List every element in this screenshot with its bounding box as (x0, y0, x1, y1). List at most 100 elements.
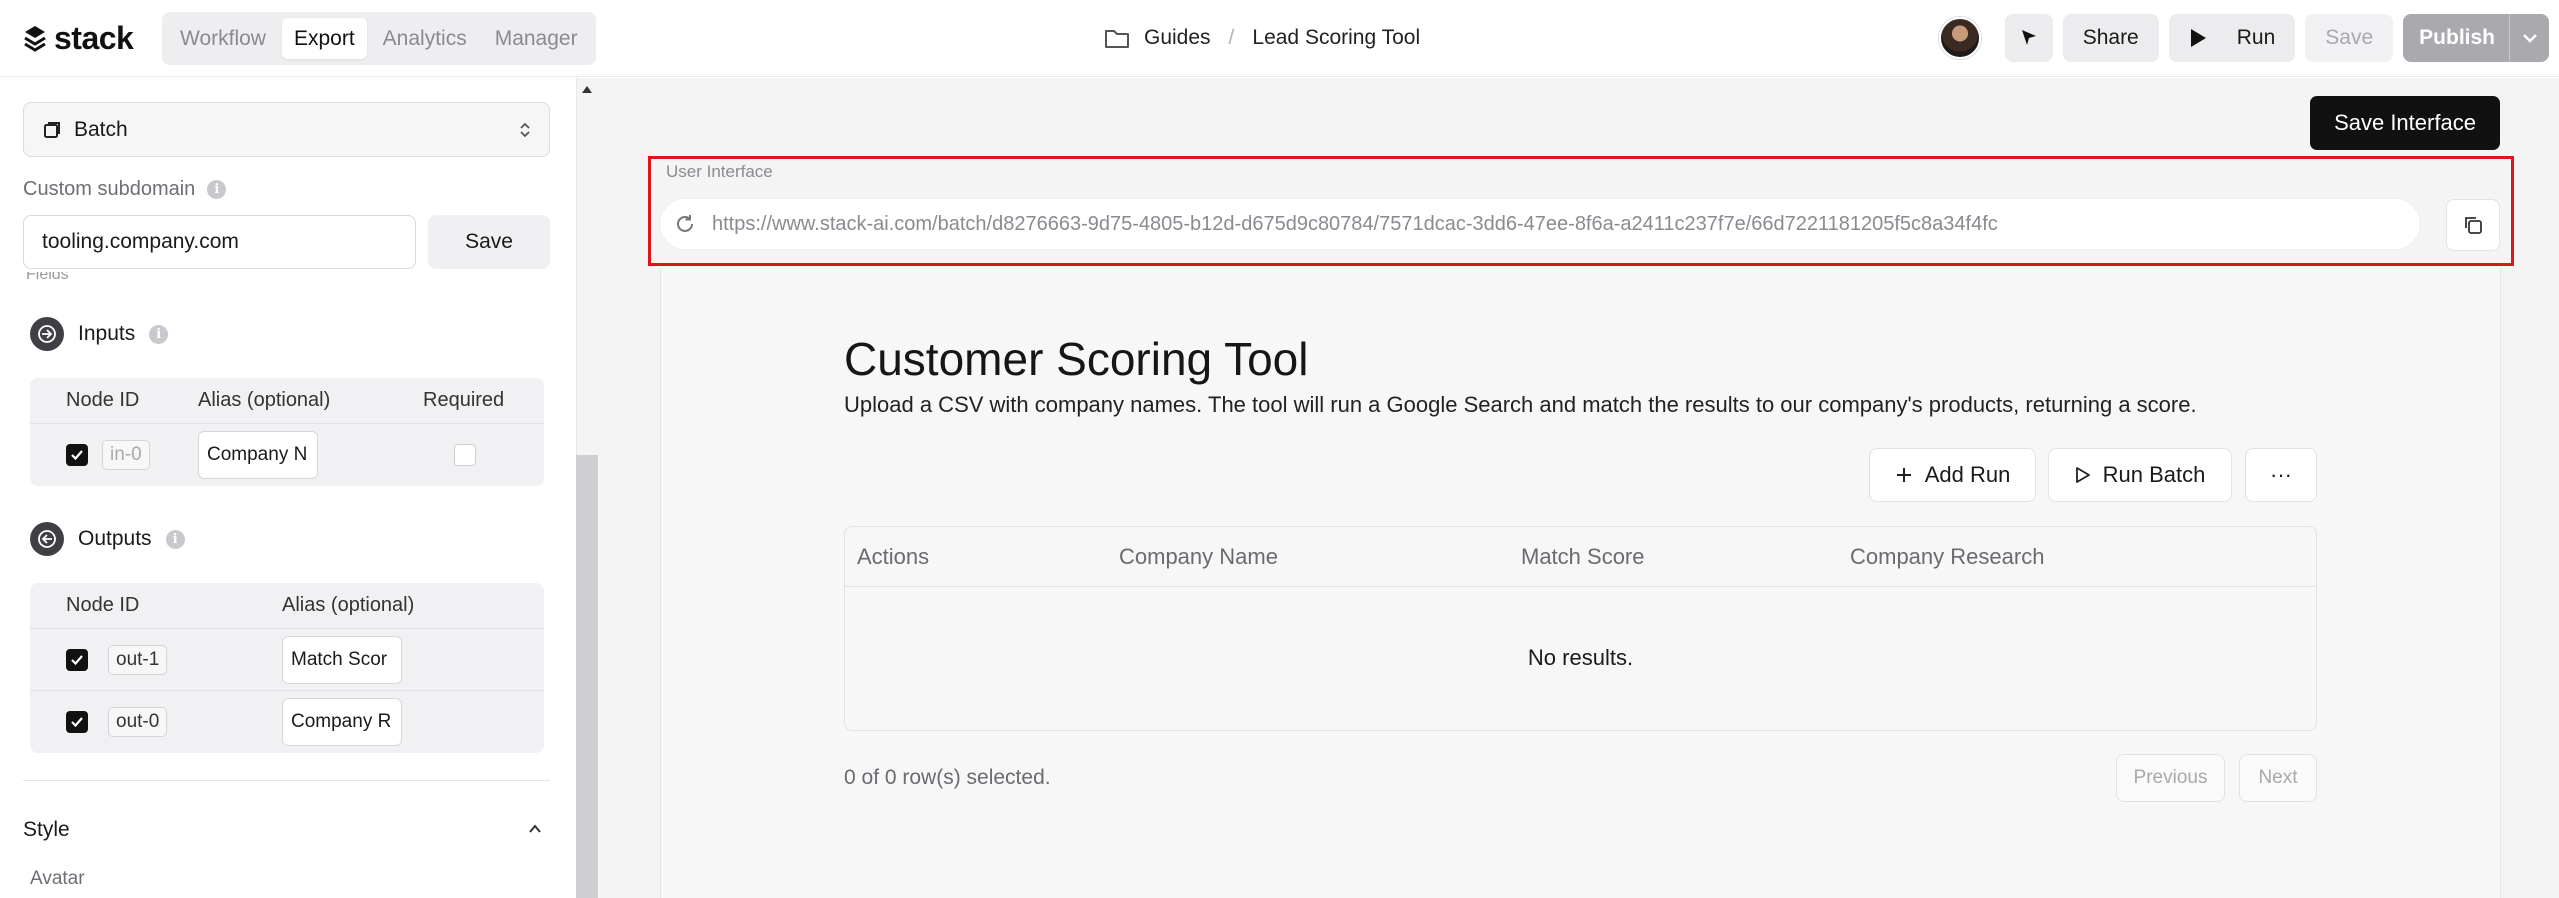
save-interface-button[interactable]: Save Interface (2310, 96, 2500, 150)
required-checkbox[interactable] (454, 444, 476, 466)
more-options-button[interactable]: ··· (2245, 448, 2317, 502)
outputs-table-header: Node ID Alias (optional) (30, 583, 544, 629)
results-table: Actions Company Name Match Score Company… (844, 526, 2317, 731)
column-node-id: Node ID (66, 389, 140, 411)
tab-analytics[interactable]: Analytics (371, 18, 479, 59)
play-icon (2190, 29, 2206, 47)
info-icon[interactable]: i (149, 324, 169, 344)
fields-heading: Fields (26, 272, 69, 282)
table-row: out-1 Match Scor (30, 629, 544, 691)
sidebar-scrollbar-thumb[interactable] (576, 455, 598, 898)
row-checkbox[interactable] (66, 711, 88, 733)
plus-icon (1896, 468, 1911, 482)
info-icon[interactable]: i (165, 529, 185, 549)
node-id-badge: out-0 (108, 707, 168, 737)
selection-status: 0 of 0 row(s) selected. (844, 766, 1051, 789)
user-interface-label: User Interface (666, 162, 773, 181)
style-section-title[interactable]: Style (23, 818, 70, 842)
input-arrow-icon (30, 317, 64, 351)
row-checkbox[interactable] (66, 648, 88, 671)
custom-subdomain-label: Custom subdomain i (23, 178, 227, 201)
inputs-table: Node ID Alias (optional) Required in-0 C… (30, 378, 544, 486)
user-avatar[interactable] (1938, 17, 1981, 59)
app-description: Upload a CSV with company names. The too… (844, 392, 2197, 417)
export-settings-sidebar: Batch Custom subdomain i tooling.company… (0, 78, 576, 898)
chevron-up-down-icon (520, 122, 530, 137)
play-outline-icon (2075, 467, 2090, 483)
column-company-name[interactable]: Company Name (1119, 544, 1278, 570)
stack-logo[interactable]: stack (22, 19, 134, 56)
top-bar: stack Workflow Export Analytics Manager … (0, 0, 2559, 77)
subdomain-save-button[interactable]: Save (428, 215, 550, 269)
share-button[interactable]: Share (2062, 14, 2159, 62)
add-run-button[interactable]: Add Run (1869, 448, 2036, 502)
info-icon[interactable]: i (207, 180, 227, 199)
tab-manager[interactable]: Manager (483, 18, 590, 59)
tab-workflow[interactable]: Workflow (168, 18, 278, 59)
previous-page-button[interactable]: Previous (2116, 754, 2225, 802)
folder-icon (1105, 30, 1129, 48)
run-batch-button[interactable]: Run Batch (2048, 448, 2232, 502)
avatar-label: Avatar (30, 868, 85, 889)
publish-button[interactable]: Publish (2403, 14, 2549, 62)
scroll-up-arrow-icon[interactable] (582, 86, 592, 93)
alias-input[interactable]: Company N (198, 431, 318, 479)
column-node-id: Node ID (66, 594, 140, 616)
chevron-down-icon (2522, 34, 2537, 43)
divider (23, 780, 550, 781)
check-icon (71, 654, 83, 665)
column-alias: Alias (optional) (282, 594, 415, 616)
table-row: out-0 Company R (30, 691, 544, 753)
breadcrumb-folder[interactable]: Guides (1144, 26, 1211, 50)
alias-input[interactable]: Match Scor (282, 635, 402, 684)
export-mode-select[interactable]: Batch (23, 102, 550, 157)
tab-export[interactable]: Export (281, 18, 367, 59)
column-alias: Alias (optional) (198, 389, 331, 411)
publish-button-label: Publish (2419, 26, 2495, 49)
refresh-icon[interactable] (674, 213, 696, 235)
output-arrow-icon (30, 522, 64, 556)
publish-dropdown[interactable] (2509, 14, 2549, 62)
stack-logo-icon (24, 26, 46, 52)
node-id-badge: out-1 (108, 644, 168, 675)
run-button-label: Run (2236, 26, 2276, 49)
inputs-title: Inputs (78, 322, 136, 345)
copy-url-button[interactable] (2446, 199, 2500, 251)
alias-input[interactable]: Company R (282, 698, 402, 746)
breadcrumb: Guides / Lead Scoring Tool (1104, 22, 1420, 54)
run-batch-label: Run Batch (2102, 462, 2206, 487)
outputs-section-header: Outputs i (30, 522, 185, 556)
column-match-score[interactable]: Match Score (1521, 544, 1645, 570)
app-title: Customer Scoring Tool (844, 333, 1309, 385)
logo-text: stack (54, 19, 134, 56)
breadcrumb-page[interactable]: Lead Scoring Tool (1252, 26, 1420, 50)
run-button[interactable]: Run (2168, 14, 2296, 62)
check-icon (71, 450, 83, 461)
save-button[interactable]: Save (2305, 14, 2394, 62)
batch-icon (44, 121, 60, 138)
subdomain-input[interactable]: tooling.company.com (23, 215, 416, 269)
column-required: Required (423, 389, 505, 411)
empty-state-text: No results. (1527, 645, 1634, 670)
next-page-button[interactable]: Next (2239, 754, 2317, 802)
outputs-table: Node ID Alias (optional) out-1 Match Sco… (30, 583, 544, 753)
cursor-mode-button[interactable] (2004, 14, 2053, 62)
custom-subdomain-text: Custom subdomain (23, 178, 196, 200)
chevron-up-icon[interactable] (528, 822, 542, 836)
check-icon (71, 717, 83, 728)
column-company-research[interactable]: Company Research (1850, 544, 2044, 570)
breadcrumb-separator: / (1228, 26, 1235, 49)
main-tabs: Workflow Export Analytics Manager (162, 12, 596, 65)
cursor-icon (2021, 30, 2036, 45)
toolbar-actions: Share Run Save Publish (1938, 14, 2549, 62)
node-id-badge: in-0 (102, 440, 150, 470)
inputs-section-header: Inputs i (30, 317, 169, 351)
column-actions[interactable]: Actions (857, 544, 929, 570)
inputs-table-header: Node ID Alias (optional) Required (30, 378, 544, 424)
url-bar[interactable]: https://www.stack-ai.com/batch/d8276663-… (659, 198, 2421, 250)
table-row: in-0 Company N (30, 424, 544, 486)
row-checkbox[interactable] (66, 444, 88, 466)
copy-icon (2465, 217, 2482, 234)
outputs-title: Outputs (78, 527, 152, 550)
results-table-header: Actions Company Name Match Score Company… (845, 527, 2316, 587)
